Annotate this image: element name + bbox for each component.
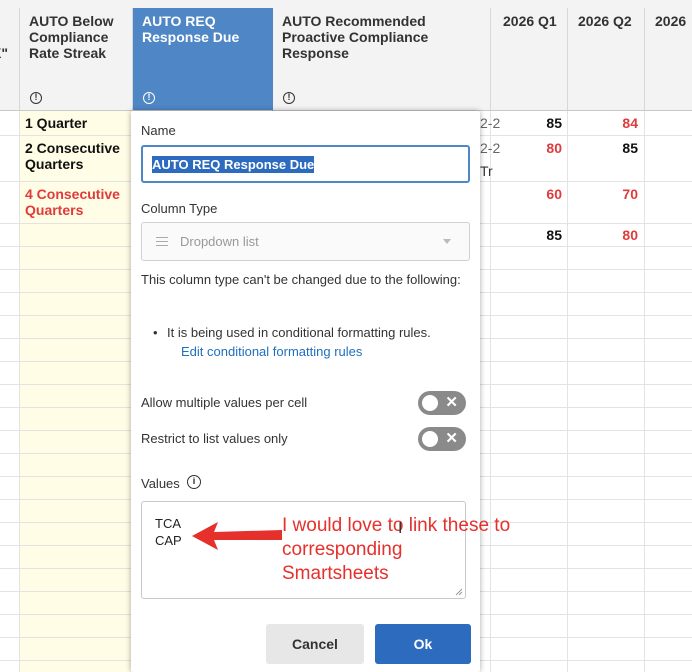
- header-col-next[interactable]: 2026: [645, 8, 692, 111]
- chevron-down-icon: [443, 239, 451, 244]
- annotation-text: I would love to link these to correspond…: [282, 515, 511, 584]
- header-col-streak-label: AUTO Below Compliance Rate Streak: [29, 13, 114, 61]
- header-col-q2[interactable]: 2026 Q2: [568, 8, 645, 111]
- grid-top-strip: [0, 0, 692, 8]
- allow-multiple-row: Allow multiple values per cell ✕: [141, 391, 470, 415]
- header-col-q2-label: 2026 Q2: [578, 13, 632, 29]
- cell-q1-row2[interactable]: 80: [512, 140, 562, 156]
- text-cursor-icon: I: [398, 520, 403, 537]
- cell-streak-row2[interactable]: 2 Consecutive Quarters: [25, 140, 125, 172]
- cell-streak-row1[interactable]: 1 Quarter: [25, 115, 87, 131]
- column-type-label: Column Type: [141, 201, 218, 216]
- column-type-note: This column type can't be changed due to…: [141, 272, 461, 287]
- info-icon[interactable]: i: [187, 475, 201, 489]
- cell-q1-row1[interactable]: 85: [512, 115, 562, 131]
- header-col-q1[interactable]: 2026 Q1: [491, 8, 568, 111]
- name-label: Name: [141, 123, 176, 138]
- cell-q2-row1[interactable]: 84: [588, 115, 638, 131]
- cell-partial-row1[interactable]: 2-2: [480, 115, 500, 131]
- cell-q2-row2[interactable]: 85: [588, 140, 638, 156]
- column-type-reason: It is being used in conditional formatti…: [153, 324, 467, 342]
- cell-streak-row3[interactable]: 4 Consecutive Quarters: [25, 186, 125, 218]
- column-name-input[interactable]: AUTO REQ Response Due: [141, 145, 470, 183]
- cell-q2-row4[interactable]: 80: [588, 227, 638, 243]
- header-col-rec[interactable]: AUTO Recommended Proactive Compliance Re…: [273, 8, 491, 111]
- column-properties-dialog: Name AUTO REQ Response Due Column Type D…: [131, 111, 480, 672]
- header-col-req-label: AUTO REQ Response Due: [142, 13, 240, 45]
- close-icon: ✕: [445, 430, 458, 447]
- ok-button[interactable]: Ok: [375, 624, 471, 664]
- cancel-button[interactable]: Cancel: [266, 624, 364, 664]
- list-icon: [156, 236, 168, 247]
- close-icon: ✕: [445, 394, 458, 411]
- edit-conditional-formatting-link[interactable]: Edit conditional formatting rules: [181, 344, 362, 359]
- header-col-req-selected[interactable]: AUTO REQ Response Due !: [133, 8, 273, 111]
- header-col-x-label: X": [0, 45, 8, 61]
- header-col-x[interactable]: X": [0, 8, 20, 111]
- restrict-values-label: Restrict to list values only: [141, 431, 288, 446]
- header-col-rec-label: AUTO Recommended Proactive Compliance Re…: [282, 13, 429, 61]
- col-divider: [19, 111, 20, 672]
- resize-handle-icon[interactable]: [455, 588, 463, 596]
- cell-q1-row3[interactable]: 60: [512, 186, 562, 202]
- column-name-value: AUTO REQ Response Due: [152, 155, 315, 173]
- info-icon[interactable]: !: [143, 92, 155, 104]
- header-col-q1-label: 2026 Q1: [503, 13, 557, 29]
- header-col-next-label: 2026: [655, 13, 687, 29]
- col-divider: [490, 111, 491, 672]
- restrict-values-row: Restrict to list values only ✕: [141, 427, 470, 451]
- allow-multiple-toggle[interactable]: ✕: [418, 391, 466, 415]
- allow-multiple-label: Allow multiple values per cell: [141, 395, 308, 410]
- header-col-streak[interactable]: AUTO Below Compliance Rate Streak !: [20, 8, 133, 111]
- annotation-arrow-icon: [192, 522, 282, 550]
- info-icon[interactable]: !: [30, 92, 42, 104]
- column-type-select: Dropdown list: [141, 222, 470, 261]
- values-label: Values: [141, 476, 180, 491]
- restrict-values-toggle[interactable]: ✕: [418, 427, 466, 451]
- cell-partial-row2[interactable]: 2-2: [480, 140, 500, 156]
- toggle-knob: [422, 395, 438, 411]
- col-divider: [644, 111, 645, 672]
- cell-partial-row2b[interactable]: Tr: [480, 163, 493, 179]
- cell-q1-row4[interactable]: 85: [512, 227, 562, 243]
- col-divider: [567, 111, 568, 672]
- info-icon[interactable]: !: [283, 92, 295, 104]
- column-type-value: Dropdown list: [180, 234, 259, 249]
- toggle-knob: [422, 431, 438, 447]
- cell-q2-row3[interactable]: 70: [588, 186, 638, 202]
